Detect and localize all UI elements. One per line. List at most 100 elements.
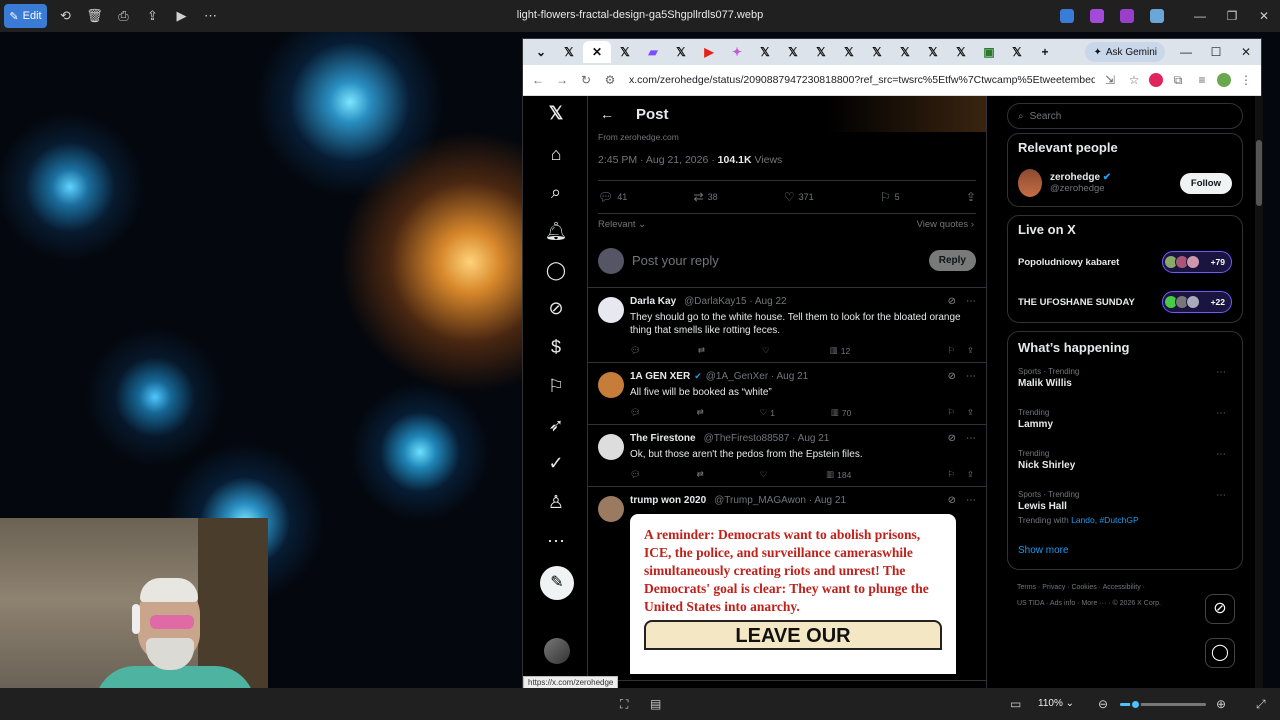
tab-x[interactable]: 𝕏 — [835, 41, 863, 63]
browser-menu-icon[interactable]: ⋮ — [1237, 73, 1255, 87]
cloud-icon[interactable] — [1150, 9, 1164, 23]
post-timestamp[interactable]: 2:45 PM · Aug 21, 2026 · — [598, 154, 715, 166]
compose-post-button[interactable]: ✎ — [540, 566, 574, 600]
tab-x[interactable]: 𝕏 — [555, 41, 583, 63]
view-quotes-link[interactable]: View quotes › — [917, 219, 974, 230]
tab-app[interactable]: ▣ — [975, 41, 1003, 63]
back-arrow-icon[interactable]: ← — [600, 106, 614, 122]
zoom-level[interactable]: 110% ⌄ — [1038, 698, 1074, 709]
maximize-icon[interactable]: ❐ — [1216, 9, 1248, 23]
app-tray-icon[interactable] — [1090, 9, 1104, 23]
footer-line[interactable]: Terms · Privacy · Cookies · Accessibilit… — [1017, 580, 1233, 596]
home-icon[interactable]: ⌂ — [544, 142, 568, 166]
actual-size-icon[interactable]: ▭ — [1010, 697, 1021, 711]
trend-item[interactable]: Trending Lammy ⋯ — [1018, 401, 1232, 442]
search-icon[interactable]: ⌕ — [544, 180, 568, 204]
author-handle-date[interactable]: @1A_GenXer · Aug 21 — [706, 371, 808, 382]
avatar[interactable] — [598, 372, 624, 398]
repost-icon[interactable]: ⇄ — [698, 345, 705, 356]
reply-post[interactable]: The Firestone @TheFiresto88587 · Aug 21 ⊘ ⋯… — [588, 425, 986, 487]
reply-icon[interactable]: 💬︎ — [630, 345, 641, 356]
live-space-row[interactable]: Popoludniowy kabaret +79 — [1018, 242, 1232, 282]
scrollbar-thumb[interactable] — [1256, 140, 1262, 206]
tab-x[interactable]: 𝕏 — [611, 41, 639, 63]
tab-x[interactable]: 𝕏 — [667, 41, 695, 63]
reply-post[interactable]: trump won 2020 @Trump_MAGAwon · Aug 21 ⊘ ⋯ A… — [588, 487, 986, 681]
zoom-slider[interactable] — [1120, 699, 1206, 710]
tab-x[interactable]: 𝕏 — [919, 41, 947, 63]
rocket-icon[interactable]: ➶ — [544, 413, 568, 437]
tab-x[interactable]: 𝕏 — [807, 41, 835, 63]
more-options-icon[interactable]: ⋯ — [1216, 367, 1226, 378]
verified-icon[interactable]: ✓ — [544, 451, 568, 475]
notifications-icon[interactable]: 🔔︎ — [544, 219, 568, 243]
like-action[interactable]: ♡ — [760, 469, 771, 480]
share-icon[interactable]: ⇪ — [967, 469, 974, 480]
person-name[interactable]: zerohedge — [1050, 172, 1100, 183]
grok-icon[interactable]: ⊘ — [544, 296, 568, 320]
more-options-icon[interactable]: ⋯ — [966, 433, 976, 444]
share-action[interactable]: ⇪ — [966, 190, 976, 204]
sort-dropdown[interactable]: Relevant ⌄ — [598, 219, 646, 230]
like-action[interactable]: ♡ — [762, 345, 773, 356]
back-icon[interactable]: ← — [529, 73, 547, 87]
reload-icon[interactable]: ↻ — [577, 73, 595, 87]
footer-line[interactable]: US TIDA · Ads info · More ··· · © 2026 X… — [1017, 596, 1233, 612]
tab-app[interactable]: ✦ — [723, 41, 751, 63]
author-name[interactable]: 1A GEN XER — [630, 371, 690, 382]
share-icon[interactable]: ⇪ — [967, 407, 974, 418]
install-icon[interactable]: ⇲ — [1101, 73, 1119, 87]
forward-icon[interactable]: → — [553, 73, 571, 87]
slideshow-icon[interactable]: ▶ — [167, 0, 196, 32]
tab-x[interactable]: 𝕏 — [751, 41, 779, 63]
source-line[interactable]: From zerohedge.com — [588, 132, 986, 144]
tab-youtube[interactable]: ▶ — [695, 41, 723, 63]
grok-icon[interactable]: ⊘ — [1205, 594, 1235, 624]
profile-avatar[interactable] — [1217, 73, 1231, 87]
minimize-icon[interactable]: — — [1184, 9, 1216, 23]
trending-with-links[interactable]: Lando, #DutchGP — [1071, 515, 1139, 525]
reply-button[interactable]: Reply — [928, 250, 976, 271]
grok-icon[interactable]: ⊘ — [948, 371, 956, 382]
views-action[interactable]: ▥ 70 — [831, 407, 852, 418]
reply-post[interactable]: 1A GEN XER ✔ @1A_GenXer · Aug 21 ⊘ ⋯ All five… — [588, 363, 986, 425]
x-logo-icon[interactable]: 𝕏 — [544, 101, 568, 125]
fit-icon[interactable]: ⛶ — [620, 697, 628, 712]
bookmarks-icon[interactable]: ⚐ — [544, 374, 568, 398]
money-icon[interactable]: $ — [544, 335, 568, 359]
bookmark-icon[interactable]: ⚐ — [947, 407, 955, 418]
tab-x[interactable]: 𝕏 — [891, 41, 919, 63]
profile-icon[interactable]: ♙ — [544, 490, 568, 514]
more-options-icon[interactable]: ⋯ — [966, 296, 976, 307]
more-options-icon[interactable]: ⋯ — [966, 495, 976, 506]
bookmark-action[interactable]: ⚐ 5 — [880, 190, 900, 204]
delete-icon[interactable]: 🗑 — [80, 0, 109, 32]
tab-x[interactable]: 𝕏 — [1003, 41, 1031, 63]
share-icon[interactable]: ⇪ — [138, 0, 167, 32]
more-options-icon[interactable]: ⋯ — [1216, 408, 1226, 419]
trend-item[interactable]: Sports · Trending Malik Willis ⋯ — [1018, 360, 1232, 401]
grok-icon[interactable]: ⊘ — [948, 296, 956, 307]
ask-gemini-button[interactable]: ✦ Ask Gemini — [1085, 42, 1165, 62]
tab-x[interactable]: 𝕏 — [863, 41, 891, 63]
reply-icon[interactable]: 💬︎ — [630, 407, 641, 418]
avatar[interactable] — [598, 297, 624, 323]
more-options-icon[interactable]: ⋯ — [1216, 490, 1226, 501]
show-more-link[interactable]: Show more — [1018, 535, 1232, 569]
trend-item[interactable]: Sports · Trending Lewis Hall Trending wi… — [1018, 483, 1232, 535]
app-tray-icon[interactable] — [1060, 9, 1074, 23]
tab-active-close-icon[interactable]: ✕ — [583, 41, 611, 63]
bookmark-icon[interactable]: ⚐ — [947, 345, 955, 356]
avatar[interactable] — [598, 434, 624, 460]
reading-list-icon[interactable]: ≡ — [1193, 73, 1211, 87]
tab-list-icon[interactable]: ⌄ — [527, 41, 555, 63]
new-tab-icon[interactable]: + — [1031, 41, 1059, 63]
repost-icon[interactable]: ⇄ — [697, 407, 704, 418]
extensions-icon[interactable]: ⧉ — [1169, 73, 1187, 88]
tab-x[interactable]: 𝕏 — [947, 41, 975, 63]
close-icon[interactable]: ✕ — [1248, 9, 1280, 23]
follow-button[interactable]: Follow — [1179, 172, 1232, 194]
scrollbar[interactable] — [1255, 96, 1263, 689]
author-name[interactable]: trump won 2020 — [630, 495, 706, 506]
more-options-icon[interactable]: ⋯ — [196, 0, 225, 32]
